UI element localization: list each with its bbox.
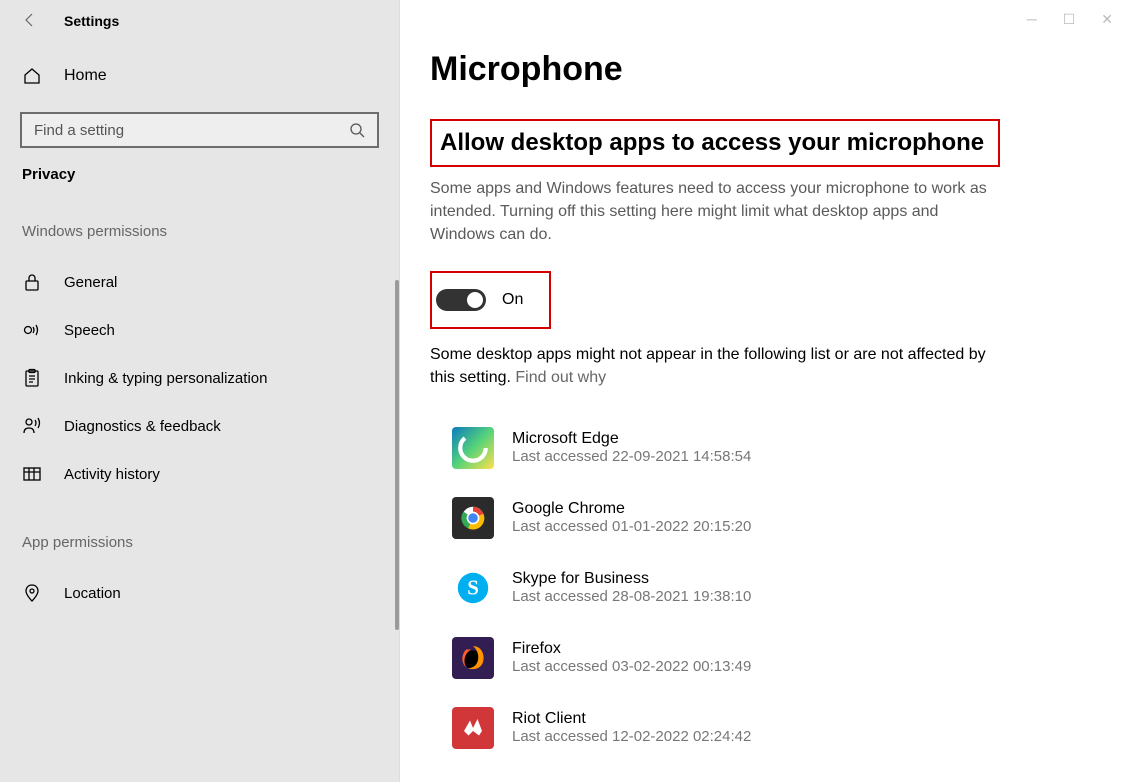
app-subtext: Last accessed 12-02-2022 02:24:42 <box>512 728 751 745</box>
back-icon[interactable] <box>22 12 40 30</box>
page-title: Microphone <box>430 50 1101 89</box>
app-subtext: Last accessed 01-01-2022 20:15:20 <box>512 518 751 535</box>
sidebar-scrollbar[interactable] <box>395 280 399 630</box>
current-category: Privacy <box>0 166 399 223</box>
main-content: ─ ☐ ✕ Microphone Allow desktop apps to a… <box>400 0 1131 782</box>
search-input-container[interactable] <box>20 112 379 148</box>
speech-icon <box>22 320 42 340</box>
highlight-heading: Allow desktop apps to access your microp… <box>430 119 1000 167</box>
sidebar-item-label: Inking & typing personalization <box>64 370 267 387</box>
clipboard-icon <box>22 368 42 388</box>
svg-text:S: S <box>467 576 479 600</box>
sidebar-home-label: Home <box>64 67 107 85</box>
app-row-firefox: Firefox Last accessed 03-02-2022 00:13:4… <box>452 623 1101 693</box>
titlebar: Settings <box>0 12 399 44</box>
firefox-icon <box>452 637 494 679</box>
allow-desktop-apps-toggle[interactable] <box>436 289 486 311</box>
sidebar-item-activity[interactable]: Activity history <box>0 450 399 498</box>
window-controls: ─ ☐ ✕ <box>1013 4 1127 34</box>
note-text: Some desktop apps might not appear in th… <box>430 343 990 389</box>
window-title: Settings <box>64 13 119 29</box>
sidebar-home[interactable]: Home <box>0 44 399 112</box>
app-name: Skype for Business <box>512 570 751 588</box>
app-name: Firefox <box>512 640 751 658</box>
group-heading-windows-permissions: Windows permissions <box>0 223 399 258</box>
toggle-state-label: On <box>502 291 523 309</box>
maximize-button[interactable]: ☐ <box>1063 12 1076 26</box>
search-input[interactable] <box>34 122 349 139</box>
sidebar-item-label: Activity history <box>64 466 160 483</box>
section-description: Some apps and Windows features need to a… <box>430 177 990 247</box>
app-row-riot: Riot Client Last accessed 12-02-2022 02:… <box>452 693 1101 763</box>
note-body: Some desktop apps might not appear in th… <box>430 346 986 386</box>
group-heading-app-permissions: App permissions <box>0 534 399 569</box>
lock-icon <box>22 272 42 292</box>
app-subtext: Last accessed 28-08-2021 19:38:10 <box>512 588 751 605</box>
app-subtext: Last accessed 22-09-2021 14:58:54 <box>512 448 751 465</box>
sidebar: Settings Home Privacy Windows permission… <box>0 0 400 782</box>
highlight-toggle: On <box>430 271 551 329</box>
app-row-chrome: Google Chrome Last accessed 01-01-2022 2… <box>452 483 1101 553</box>
app-name: Riot Client <box>512 710 751 728</box>
sidebar-item-speech[interactable]: Speech <box>0 306 399 354</box>
sidebar-item-general[interactable]: General <box>0 258 399 306</box>
feedback-icon <box>22 416 42 436</box>
sidebar-item-location[interactable]: Location <box>0 569 399 617</box>
sidebar-item-label: Diagnostics & feedback <box>64 418 221 435</box>
find-out-why-link[interactable]: Find out why <box>515 369 606 386</box>
app-name: Google Chrome <box>512 500 751 518</box>
minimize-button[interactable]: ─ <box>1027 12 1037 26</box>
app-row-skype: S Skype for Business Last accessed 28-08… <box>452 553 1101 623</box>
chrome-icon <box>452 497 494 539</box>
sidebar-item-diagnostics[interactable]: Diagnostics & feedback <box>0 402 399 450</box>
skype-icon: S <box>452 567 494 609</box>
toggle-knob <box>467 292 483 308</box>
activity-icon <box>22 464 42 484</box>
sidebar-item-label: Speech <box>64 322 115 339</box>
close-button[interactable]: ✕ <box>1101 12 1113 26</box>
home-icon <box>22 66 42 86</box>
location-icon <box>22 583 42 603</box>
app-subtext: Last accessed 03-02-2022 00:13:49 <box>512 658 751 675</box>
sidebar-item-label: Location <box>64 585 121 602</box>
app-name: Microsoft Edge <box>512 430 751 448</box>
sidebar-item-inking[interactable]: Inking & typing personalization <box>0 354 399 402</box>
app-row-edge: Microsoft Edge Last accessed 22-09-2021 … <box>452 413 1101 483</box>
search-icon <box>349 122 365 138</box>
section-heading: Allow desktop apps to access your microp… <box>438 123 992 163</box>
edge-icon <box>452 427 494 469</box>
desktop-apps-list: Microsoft Edge Last accessed 22-09-2021 … <box>430 413 1101 763</box>
sidebar-item-label: General <box>64 274 117 291</box>
riot-icon <box>452 707 494 749</box>
